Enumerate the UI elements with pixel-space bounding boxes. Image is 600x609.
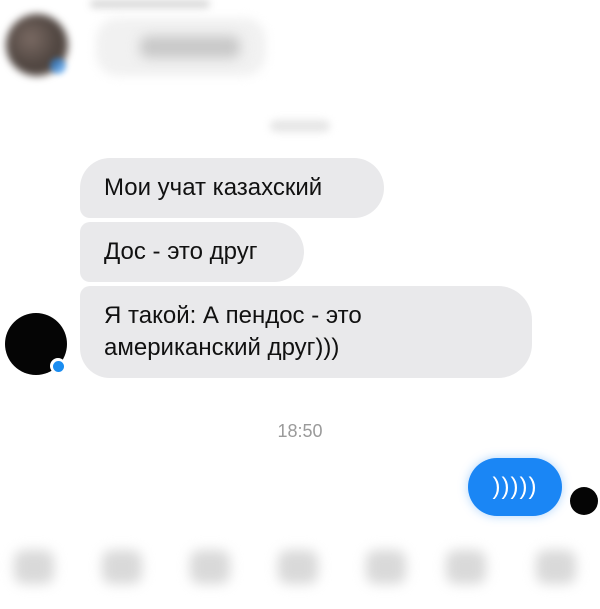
seen-avatar [570,487,598,515]
location-icon[interactable] [366,550,406,584]
message-text: Я такой: А пендос - это американский дру… [104,300,362,364]
message-text-blurred [140,36,240,58]
message-text: Дос - это друг [104,238,258,265]
microphone-icon[interactable] [278,550,318,584]
messenger-badge-icon [50,358,66,374]
message-line: американский друг))) [104,334,340,361]
camera-icon[interactable] [102,550,142,584]
blurred-previous-content [90,0,210,8]
incoming-message-bubble[interactable]: Дос - это друг [80,222,304,282]
message-text: Мои учат казахский [104,174,323,201]
timestamp-blurred [270,120,330,132]
outgoing-message-bubble[interactable]: ))))) [468,458,562,516]
more-icon[interactable] [14,550,54,584]
incoming-message-bubble[interactable]: Я такой: А пендос - это американский дру… [80,286,532,378]
sticker-icon[interactable] [446,550,486,584]
message-line: Я такой: А пендос - это [104,302,362,329]
online-badge-blurred [50,58,66,74]
message-text: ))))) [492,473,538,500]
time-divider: 18:50 [277,421,323,441]
incoming-message-bubble[interactable]: Мои учат казахский [80,158,384,218]
photo-icon[interactable] [190,550,230,584]
like-icon[interactable] [536,550,576,584]
